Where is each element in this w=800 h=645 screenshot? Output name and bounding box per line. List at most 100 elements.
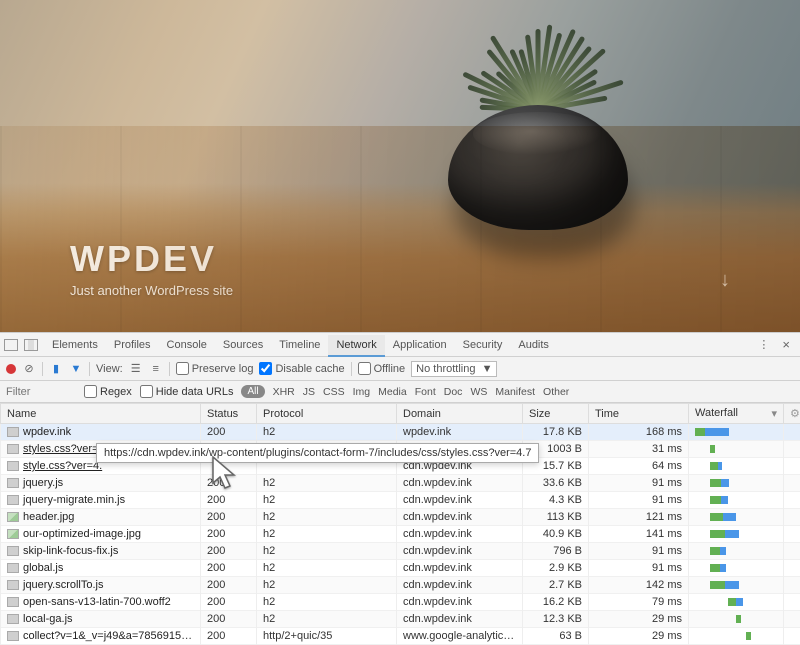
cell-protocol: h2 <box>257 611 397 628</box>
offline-checkbox[interactable]: Offline <box>358 362 406 375</box>
regex-checkbox[interactable]: Regex <box>84 385 132 398</box>
view-label: View: <box>96 363 123 375</box>
filter-type-doc[interactable]: Doc <box>444 386 463 398</box>
tab-sources[interactable]: Sources <box>215 335 271 355</box>
filter-type-manifest[interactable]: Manifest <box>495 386 535 398</box>
waterfall-bar <box>695 511 777 523</box>
throttling-select[interactable]: No throttling ▼ <box>411 361 497 377</box>
capture-screenshots-icon[interactable]: ▮ <box>49 362 63 375</box>
column-header[interactable]: Name <box>1 404 201 424</box>
tab-profiles[interactable]: Profiles <box>106 335 159 355</box>
filter-type-xhr[interactable]: XHR <box>273 386 295 398</box>
cell-domain: cdn.wpdev.ink <box>397 509 523 526</box>
cell-protocol: h2 <box>257 509 397 526</box>
file-icon <box>7 444 19 454</box>
cell-time: 31 ms <box>589 441 689 458</box>
cell-size: 796 B <box>523 543 589 560</box>
request-name: style.css?ver=4. <box>23 460 102 472</box>
record-button[interactable] <box>6 364 16 374</box>
filter-type-img[interactable]: Img <box>353 386 371 398</box>
view-large-icon[interactable]: ☰ <box>129 362 143 375</box>
request-name: header.jpg <box>23 511 74 523</box>
table-row[interactable]: wpdev.ink200h2wpdev.ink17.8 KB168 ms <box>1 424 800 441</box>
table-row[interactable]: local-ga.js200h2cdn.wpdev.ink12.3 KB29 m… <box>1 611 800 628</box>
tab-security[interactable]: Security <box>455 335 511 355</box>
column-header[interactable]: ⚙ <box>784 404 800 424</box>
tab-application[interactable]: Application <box>385 335 455 355</box>
cell-time: 91 ms <box>589 560 689 577</box>
inspect-icon[interactable] <box>4 339 18 351</box>
column-header[interactable]: Time <box>589 404 689 424</box>
filter-type-font[interactable]: Font <box>415 386 436 398</box>
table-row[interactable]: our-optimized-image.jpg200h2cdn.wpdev.in… <box>1 526 800 543</box>
table-row[interactable]: skip-link-focus-fix.js200h2cdn.wpdev.ink… <box>1 543 800 560</box>
cell-status: 200 <box>201 543 257 560</box>
table-row[interactable]: jquery.scrollTo.js200h2cdn.wpdev.ink2.7 … <box>1 577 800 594</box>
scroll-down-icon[interactable]: ↓ <box>720 269 730 292</box>
filter-type-ws[interactable]: WS <box>470 386 487 398</box>
waterfall-bar <box>695 596 777 608</box>
cell-time: 29 ms <box>589 628 689 645</box>
tab-console[interactable]: Console <box>159 335 215 355</box>
cell-protocol: h2 <box>257 441 397 458</box>
hide-data-urls-checkbox[interactable]: Hide data URLs <box>140 385 234 398</box>
file-icon <box>7 529 19 539</box>
column-header[interactable]: Status <box>201 404 257 424</box>
column-header[interactable]: Size <box>523 404 589 424</box>
table-row[interactable]: open-sans-v13-latin-700.woff2200h2cdn.wp… <box>1 594 800 611</box>
cell-domain: cdn.wpdev.ink <box>397 560 523 577</box>
cell-domain: cdn.wpdev.ink <box>397 441 523 458</box>
table-row[interactable]: collect?v=1&_v=j49&a=785691518&t=pagevie… <box>1 628 800 645</box>
view-small-icon[interactable]: ≡ <box>149 363 163 375</box>
clear-button[interactable]: ⊘ <box>22 362 36 375</box>
cell-status: 200 <box>201 628 257 645</box>
cell-size: 33.6 KB <box>523 475 589 492</box>
cell-domain: wpdev.ink <box>397 424 523 441</box>
cell-domain: cdn.wpdev.ink <box>397 458 523 475</box>
cell-protocol: h2 <box>257 577 397 594</box>
site-tagline: Just another WordPress site <box>70 283 233 298</box>
file-icon <box>7 563 19 573</box>
filter-input[interactable] <box>6 386 76 398</box>
file-icon <box>7 461 19 471</box>
waterfall-bar <box>695 579 777 591</box>
filter-type-media[interactable]: Media <box>378 386 407 398</box>
site-title: WPDEV <box>70 238 233 280</box>
column-header[interactable]: Waterfall ▾ <box>689 404 784 424</box>
cell-protocol: h2 <box>257 543 397 560</box>
waterfall-bar <box>695 477 777 489</box>
table-row[interactable]: style.css?ver=4.cdn.wpdev.ink15.7 KB64 m… <box>1 458 800 475</box>
device-icon[interactable] <box>24 339 38 351</box>
table-row[interactable]: global.js200h2cdn.wpdev.ink2.9 KB91 ms <box>1 560 800 577</box>
cell-size: 15.7 KB <box>523 458 589 475</box>
tab-elements[interactable]: Elements <box>44 335 106 355</box>
column-header[interactable]: Domain <box>397 404 523 424</box>
filter-toggle-icon[interactable]: ▼ <box>69 363 83 375</box>
column-header[interactable]: Protocol <box>257 404 397 424</box>
cell-time: 168 ms <box>589 424 689 441</box>
cell-status: 200 <box>201 577 257 594</box>
waterfall-bar <box>695 562 777 574</box>
tab-network[interactable]: Network <box>328 335 384 357</box>
cell-size: 40.9 KB <box>523 526 589 543</box>
filter-type-other[interactable]: Other <box>543 386 569 398</box>
table-row[interactable]: styles.css?ver=4.7200h2cdn.wpdev.ink1003… <box>1 441 800 458</box>
cell-size: 12.3 KB <box>523 611 589 628</box>
waterfall-bar <box>695 443 777 455</box>
tab-audits[interactable]: Audits <box>510 335 557 355</box>
close-devtools-button[interactable]: × <box>776 337 796 352</box>
filter-all-pill[interactable]: All <box>241 385 264 398</box>
disable-cache-checkbox[interactable]: Disable cache <box>259 362 344 375</box>
preserve-log-checkbox[interactable]: Preserve log <box>176 362 254 375</box>
file-icon <box>7 614 19 624</box>
cell-time: 91 ms <box>589 543 689 560</box>
cell-status <box>201 458 257 475</box>
cell-protocol <box>257 458 397 475</box>
more-menu-icon[interactable]: ⋮ <box>754 338 774 351</box>
filter-type-css[interactable]: CSS <box>323 386 345 398</box>
table-row[interactable]: jquery-migrate.min.js200h2cdn.wpdev.ink4… <box>1 492 800 509</box>
table-row[interactable]: header.jpg200h2cdn.wpdev.ink113 KB121 ms <box>1 509 800 526</box>
table-row[interactable]: jquery.js200h2cdn.wpdev.ink33.6 KB91 ms <box>1 475 800 492</box>
filter-type-js[interactable]: JS <box>303 386 315 398</box>
tab-timeline[interactable]: Timeline <box>271 335 328 355</box>
